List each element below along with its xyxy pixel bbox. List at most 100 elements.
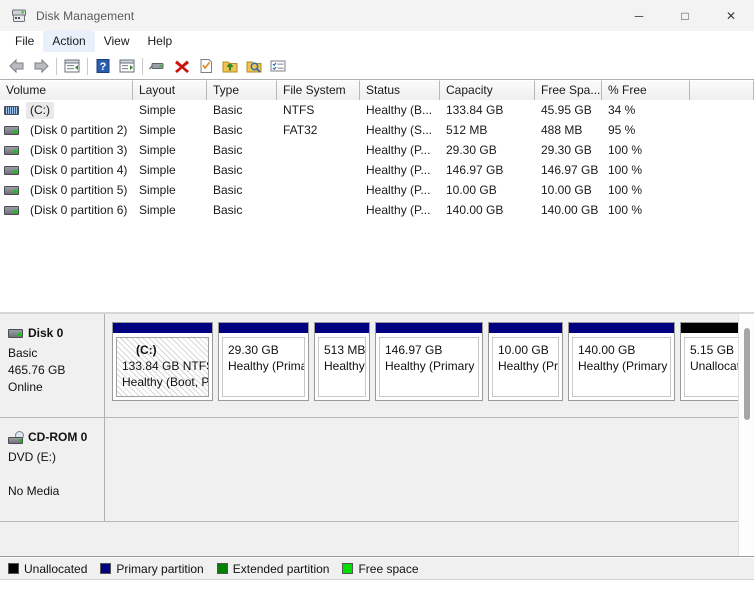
graphical-disk-pane[interactable]: Disk 0 Basic 465.76 GB Online (C:) 133.84 GB … [0,314,754,557]
toolbar: ? [0,53,754,80]
blank-cell [690,120,754,140]
volume-list-pane[interactable]: Volume Layout Type File System Status Capacit… [0,80,754,314]
free-space-cell: 146.97 GB [541,163,599,177]
partition-size: 513 MB [324,343,365,357]
file-system-cell: FAT32 [283,123,318,137]
partition-color-bar [315,323,369,334]
legend-item: Free space [342,561,419,576]
menu-help[interactable]: Help [139,31,182,52]
partition-block[interactable]: 10.00 GB Healthy (Prir [488,322,563,401]
percent-free-cell: 100 % [608,163,643,177]
back-icon[interactable] [5,55,29,78]
list-view-icon[interactable] [266,55,290,78]
type-cell: Basic [213,203,243,217]
toolbar-separator [142,57,143,75]
partition-color-bar [681,323,738,334]
partition-block[interactable]: (C:) 133.84 GB NTFS Healthy (Boot, Pa [112,322,213,401]
close-button[interactable]: ✕ [708,0,754,31]
disk-pane-scrollbar[interactable] [738,314,754,556]
disk-state: No Media [8,484,60,498]
layout-cell: Simple [139,143,176,157]
table-row[interactable]: (Disk 0 partition 2) Simple Basic FAT32 Heal… [0,120,754,140]
partition-block[interactable]: 29.30 GB Healthy (Prima [218,322,309,401]
layout-cell: Simple [139,163,176,177]
forward-icon[interactable] [29,55,53,78]
detach-vhd-icon[interactable] [242,55,266,78]
column-header-file-system[interactable]: File System [277,80,360,100]
minimize-button[interactable]: ─ [616,0,662,31]
partition-block[interactable]: 513 MB Healthy [314,322,370,401]
partition-size: 29.30 GB [228,343,279,357]
type-cell: Basic [213,183,243,197]
volume-name-cell[interactable]: (Disk 0 partition 3) [0,140,133,160]
window-title: Disk Management [36,8,135,23]
menu-action[interactable]: Action [43,31,95,52]
disk-info-panel[interactable]: CD-ROM 0 DVD (E:) No Media [0,418,105,521]
column-header-blank[interactable] [690,80,754,100]
attach-vhd-icon[interactable] [218,55,242,78]
delete-volume-icon[interactable] [170,55,194,78]
disk-type: DVD (E:) [8,450,56,464]
partition-block[interactable]: 5.15 GB Unallocated [680,322,738,401]
layout-cell: Simple [139,203,176,217]
capacity-cell: 10.00 GB [446,183,497,197]
volume-name-cell[interactable]: (Disk 0 partition 5) [0,180,133,200]
maximize-button[interactable]: □ [662,0,708,31]
partition-block[interactable]: 146.97 GB Healthy (Primary [375,322,483,401]
column-header-capacity[interactable]: Capacity [440,80,535,100]
properties-icon[interactable] [194,55,218,78]
volume-name-cell[interactable]: (Disk 0 partition 4) [0,160,133,180]
disk-row[interactable]: CD-ROM 0 DVD (E:) No Media [0,418,738,522]
partition-status: Healthy (Prir [498,359,558,373]
table-row[interactable]: (C:) Simple Basic NTFS Healthy (B... 133.84 G… [0,100,754,120]
legend-swatch [100,563,112,574]
disk-scroll-area: Disk 0 Basic 465.76 GB Online (C:) 133.84 GB … [0,314,738,556]
disk-type: Basic [8,346,38,360]
column-header-free-spa[interactable]: Free Spa... [535,80,602,100]
table-row[interactable]: (Disk 0 partition 5) Simple Basic Healthy (… [0,180,754,200]
disk-row[interactable]: Disk 0 Basic 465.76 GB Online (C:) 133.84 GB … [0,314,738,418]
partition-block[interactable]: 140.00 GB Healthy (Primary [568,322,675,401]
volume-name-cell[interactable]: (Disk 0 partition 6) [0,200,133,220]
volume-name-cell[interactable]: (Disk 0 partition 2) [0,120,133,140]
partition-details: 513 MB Healthy [318,337,366,397]
partition-details: 5.15 GB Unallocated [684,337,738,397]
blank-cell [690,100,754,120]
layout-cell: Simple [139,183,176,197]
legend-label: Free space [358,561,419,576]
scrollbar-thumb[interactable] [744,328,750,420]
toolbar-separator [87,57,88,75]
table-row[interactable]: (Disk 0 partition 3) Simple Basic Healthy (… [0,140,754,160]
column-header-volume[interactable]: Volume [0,80,133,100]
column-header-layout[interactable]: Layout [133,80,207,100]
volume-list-rows: (C:) Simple Basic NTFS Healthy (B... 133.84 G… [0,100,754,220]
menu-file[interactable]: File [6,31,43,52]
disk-info-panel[interactable]: Disk 0 Basic 465.76 GB Online [0,314,105,417]
table-row[interactable]: (Disk 0 partition 6) Simple Basic Healthy (… [0,200,754,220]
toolbar-separator [56,57,57,75]
menu-view[interactable]: View [95,31,139,52]
legend-label: Primary partition [116,561,204,576]
disk-title: CD-ROM 0 [8,429,96,446]
table-row[interactable]: (Disk 0 partition 4) Simple Basic Healthy (… [0,160,754,180]
column-header-status[interactable]: Status [360,80,440,100]
partition-color-bar [569,323,674,334]
drive-icon [4,185,19,196]
partition-color-bar [219,323,308,334]
file-system-cell [277,140,360,160]
partition-details: (C:) 133.84 GB NTFS Healthy (Boot, Pa [116,337,209,397]
volume-label: (C:) [26,101,54,119]
rescan-disks-icon[interactable] [146,55,170,78]
help-icon[interactable]: ? [91,55,115,78]
drive-icon [4,145,19,156]
menu-bar: File Action View Help [0,31,754,53]
column-header-type[interactable]: Type [207,80,277,100]
svg-text:?: ? [100,61,107,73]
percent-free-cell: 34 % [608,103,636,117]
column-header--free[interactable]: % Free [602,80,690,100]
show-console-tree-icon[interactable] [60,55,84,78]
partition-details: 29.30 GB Healthy (Prima [222,337,305,397]
volume-name-cell[interactable]: (C:) [0,100,133,120]
layout-cell: Simple [139,123,176,137]
show-action-pane-icon[interactable] [115,55,139,78]
